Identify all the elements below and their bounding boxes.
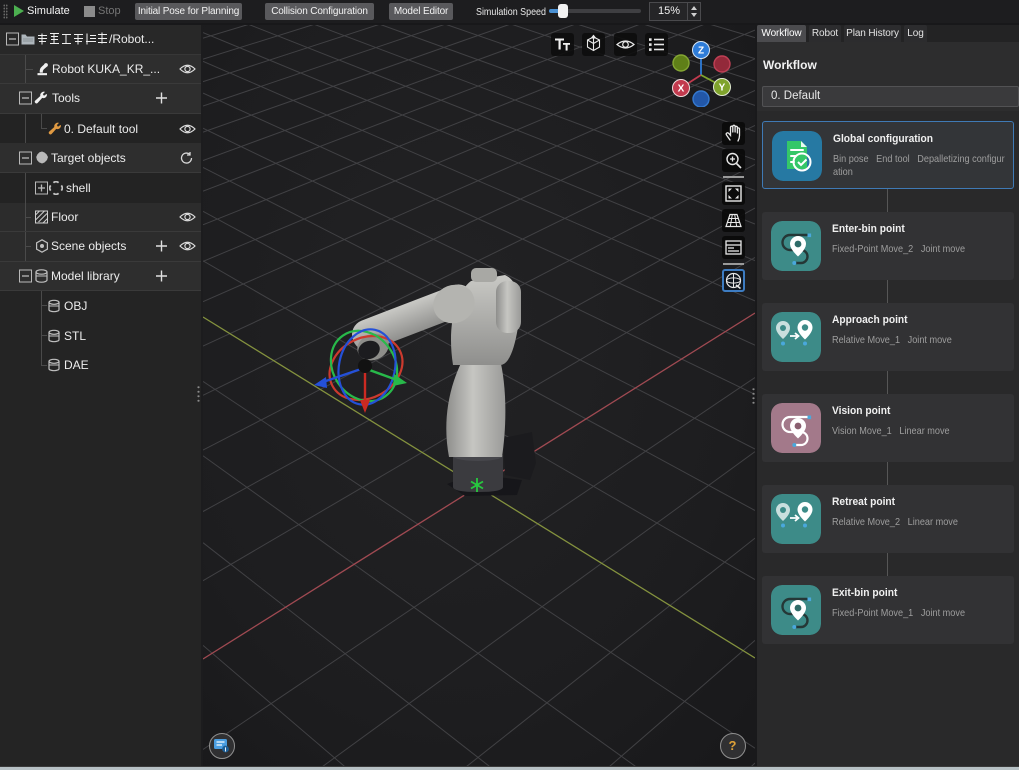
svg-text:Z: Z xyxy=(698,46,704,57)
svg-text:i: i xyxy=(225,746,227,753)
svg-text:X: X xyxy=(678,84,685,95)
svg-text:Y: Y xyxy=(719,83,726,94)
